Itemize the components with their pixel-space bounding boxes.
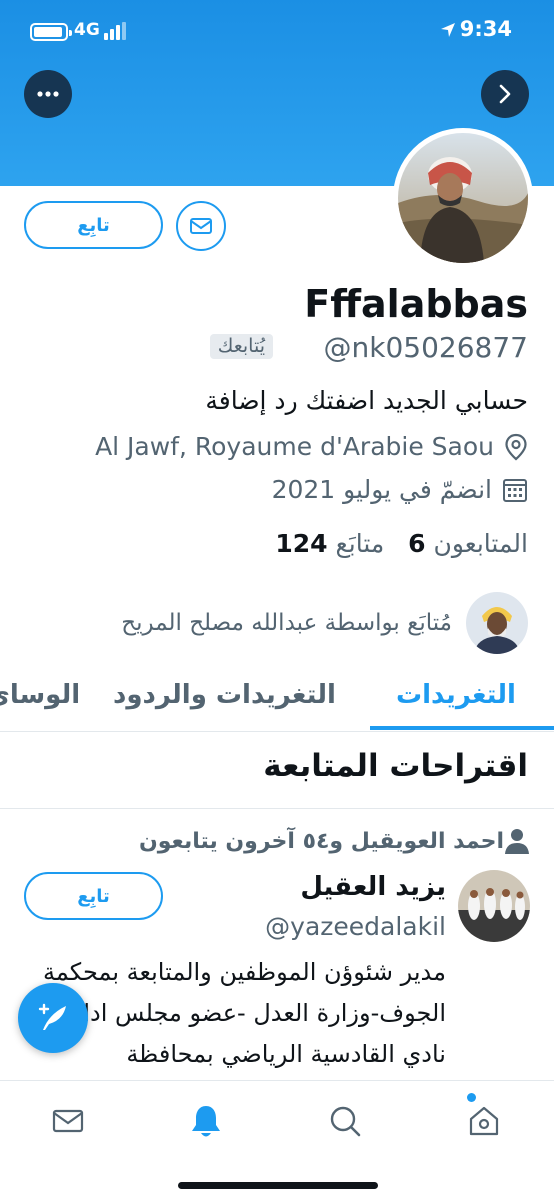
profile-handle: @nk05026877 <box>323 331 528 364</box>
follow-counts: المتابعون 6 متابَع 124 <box>275 529 528 558</box>
suggestion-name[interactable]: يزيد العقيل <box>300 872 446 902</box>
tab-tweets-and-replies[interactable]: التغريدات والردود <box>113 680 336 710</box>
suggestion-handle: @yazeedalakil <box>265 912 446 941</box>
mail-icon <box>52 1109 84 1133</box>
calendar-icon <box>503 478 527 502</box>
suggestion-context-text: احمد العويقيل و٥٤ آخرون يتابعون <box>138 828 504 854</box>
nav-search[interactable] <box>325 1101 365 1141</box>
suggestion-follow-button[interactable]: تابِع <box>24 872 163 920</box>
new-content-dot <box>467 1093 476 1102</box>
avatar-photo <box>398 133 528 263</box>
more-options-button[interactable] <box>24 70 72 118</box>
suggestion-context: احمد العويقيل و٥٤ آخرون يتابعون <box>127 827 530 855</box>
signal-icon <box>104 22 128 40</box>
clock: 9:34 <box>459 17 512 41</box>
network-label: 4G <box>74 20 100 40</box>
follow-button-label: تابِع <box>77 214 110 236</box>
following-link[interactable]: متابَع 124 <box>275 529 384 558</box>
suggestion-bio: مدير شئوؤن الموظفين والمتابعة بمحكمة الج… <box>42 958 446 1068</box>
nav-messages[interactable] <box>48 1101 88 1141</box>
followers-label: المتابعون <box>433 529 528 558</box>
location-text: Al Jawf, Royaume d'Arabie Saou <box>95 432 494 461</box>
suggestion-follow-label: تابِع <box>77 885 110 907</box>
display-name: Fffalabbas <box>304 282 528 326</box>
location-pin-icon <box>505 433 527 460</box>
ellipsis-icon <box>37 91 59 97</box>
profile-location: Al Jawf, Royaume d'Arabie Saou <box>95 432 528 461</box>
status-bar: 4G 9:34 <box>0 14 554 48</box>
home-indicator[interactable] <box>178 1182 378 1189</box>
compose-tweet-button[interactable] <box>18 983 88 1053</box>
location-arrow-icon <box>441 23 455 37</box>
nav-notifications[interactable] <box>186 1101 226 1141</box>
home-icon <box>469 1106 499 1136</box>
follow-button[interactable]: تابِع <box>24 201 163 249</box>
nav-home[interactable] <box>464 1101 504 1141</box>
followers-link[interactable]: المتابعون 6 <box>408 529 528 558</box>
profile-bio: حسابي الجديد اضفتك رد إضافة <box>205 386 528 415</box>
search-icon <box>330 1106 361 1137</box>
followed-by-row[interactable]: مُتابَع بواسطة عبدالله مصلح المريح <box>121 592 528 654</box>
joined-text: انضمّ في يوليو 2021 <box>271 475 492 504</box>
tab-tweets[interactable]: التغريدات <box>396 680 516 710</box>
bell-icon <box>192 1106 220 1137</box>
follows-you-badge: يُتابعك <box>209 334 273 359</box>
suggestions-title: اقتراحات المتابعة <box>263 748 528 784</box>
profile-avatar[interactable] <box>393 128 533 268</box>
followed-by-avatar <box>466 592 528 654</box>
following-count: 124 <box>275 529 328 558</box>
followers-count: 6 <box>408 529 426 558</box>
active-tab-indicator <box>370 726 554 730</box>
profile-tabs: التغريدات التغريدات والردود الوسائ <box>0 668 554 732</box>
following-label: متابَع <box>335 529 385 558</box>
compose-feather-icon <box>38 1003 66 1030</box>
chevron-right-icon <box>499 84 511 104</box>
tab-media[interactable]: الوسائ <box>0 680 80 710</box>
person-icon <box>505 829 529 854</box>
mail-icon <box>190 218 212 234</box>
message-button[interactable] <box>176 201 226 251</box>
followed-by-text: مُتابَع بواسطة عبدالله مصلح المريح <box>121 610 452 636</box>
profile-joined: انضمّ في يوليو 2021 <box>272 475 528 504</box>
back-button[interactable] <box>481 70 529 118</box>
suggestion-avatar[interactable] <box>458 870 530 942</box>
divider <box>0 808 554 809</box>
battery-icon <box>30 23 72 41</box>
